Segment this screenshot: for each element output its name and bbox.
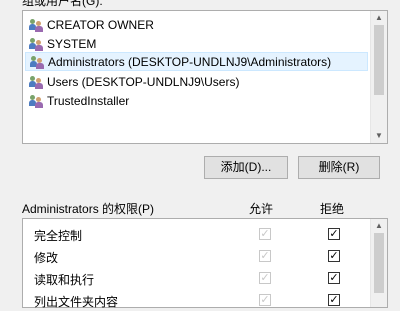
scroll-down-arrow-icon[interactable]: ▼ [371,129,387,143]
principals-scrollbar[interactable]: ▲ ▼ [370,11,387,143]
list-item-label: CREATOR OWNER [47,17,154,32]
principals-listbox[interactable]: CREATOR OWNER SYSTEM Administrators (DES… [22,10,388,144]
remove-button[interactable]: 删除(R) [298,156,380,179]
permission-name: 读取和执行 [34,273,95,287]
permissions-list: 完全控制 ✓ ✓ 修改 ✓ ✓ 读取和执行 ✓ ✓ 列出文件夹内容 ✓ ✓ ▲ [22,218,388,311]
list-item-users[interactable]: Users (DESKTOP-UNDLNJ9\Users) [25,72,368,91]
users-icon [29,37,43,51]
deny-checkbox[interactable]: ✓ [328,228,340,240]
principals-group-label: 组或用户名(G): [22,0,103,8]
add-button[interactable]: 添加(D)... [204,156,288,179]
users-icon [29,94,43,108]
users-icon [29,75,43,89]
list-item-trustedinstaller[interactable]: TrustedInstaller [25,91,368,110]
scroll-up-arrow-icon[interactable]: ▲ [371,219,387,233]
list-item-creator-owner[interactable]: CREATOR OWNER [25,15,368,34]
deny-checkbox[interactable]: ✓ [328,250,340,262]
permission-name: 列出文件夹内容 [34,295,119,309]
allow-checkbox: ✓ [259,228,271,240]
permissions-label: Administrators 的权限(P) [22,202,155,216]
permission-row-list-folder: 列出文件夹内容 ✓ ✓ [23,289,370,311]
permission-row-full-control: 完全控制 ✓ ✓ [23,223,370,245]
list-item-label: SYSTEM [47,36,97,51]
list-item-label: Administrators (DESKTOP-UNDLNJ9\Administ… [48,54,332,69]
list-item-label: Users (DESKTOP-UNDLNJ9\Users) [47,74,240,89]
permission-name: 修改 [34,251,59,265]
allow-checkbox: ✓ [259,272,271,284]
allow-checkbox: ✓ [259,250,271,262]
permission-row-read-execute: 读取和执行 ✓ ✓ [23,267,370,289]
permission-name: 完全控制 [34,229,83,243]
allow-checkbox: ✓ [259,294,271,306]
users-icon [30,55,44,69]
permission-row-modify: 修改 ✓ ✓ [23,245,370,267]
deny-column-header: 拒绝 [320,202,345,216]
scroll-up-arrow-icon[interactable]: ▲ [371,11,387,25]
list-item-administrators[interactable]: Administrators (DESKTOP-UNDLNJ9\Administ… [25,52,368,71]
scroll-thumb[interactable] [374,233,384,293]
permissions-scrollbar[interactable]: ▲ [370,219,387,307]
list-item-label: TrustedInstaller [47,93,130,108]
list-item-system[interactable]: SYSTEM [25,34,368,53]
deny-checkbox[interactable]: ✓ [328,272,340,284]
allow-column-header: 允许 [249,202,274,216]
users-icon [29,18,43,32]
deny-checkbox[interactable]: ✓ [328,294,340,306]
scroll-thumb[interactable] [374,25,384,95]
